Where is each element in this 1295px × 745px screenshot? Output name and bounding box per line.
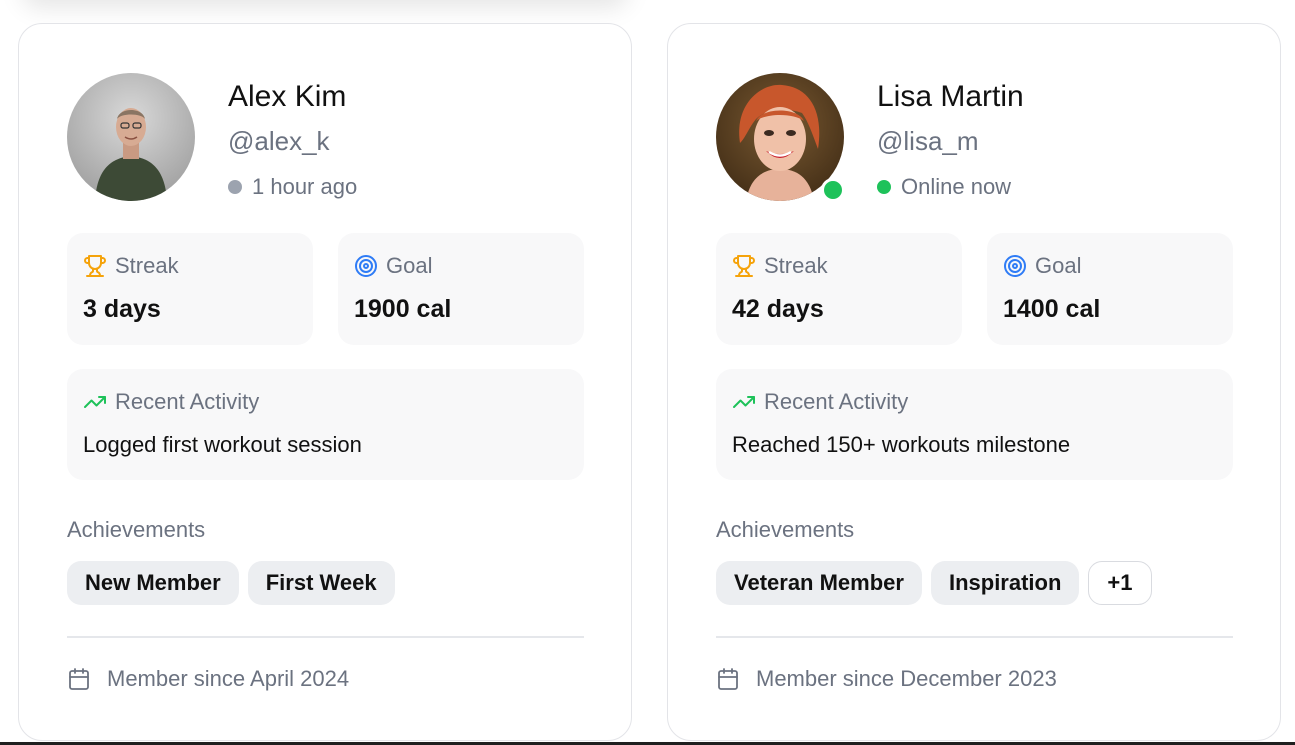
streak-value: 42 days — [732, 295, 824, 323]
trophy-icon — [732, 254, 756, 278]
user-handle: @alex_k — [228, 126, 330, 156]
streak-label: Streak — [115, 253, 179, 278]
achievement-badges: New Member First Week — [67, 561, 395, 605]
goal-card: Goal 1900 cal — [338, 233, 584, 345]
avatar-container — [716, 73, 845, 202]
trending-up-icon — [732, 390, 756, 414]
goal-header: Goal — [1003, 253, 1081, 279]
goal-card: Goal 1400 cal — [987, 233, 1233, 345]
avatar[interactable] — [67, 73, 195, 201]
status-line: Online now — [877, 174, 1011, 200]
achievement-badge[interactable]: Veteran Member — [716, 561, 922, 605]
member-since: Member since December 2023 — [716, 666, 1057, 692]
recent-activity-text: Logged first workout session — [83, 432, 362, 457]
trophy-icon — [83, 254, 107, 278]
streak-header: Streak — [83, 253, 179, 279]
recent-activity-label: Recent Activity — [764, 389, 909, 414]
online-indicator — [821, 178, 845, 202]
user-card-alex[interactable]: Alex Kim @alex_k 1 hour ago Streak 3 day… — [18, 23, 632, 741]
status-text: Online now — [901, 174, 1012, 199]
user-handle: @lisa_m — [877, 126, 979, 156]
member-since: Member since April 2024 — [67, 666, 349, 692]
divider — [716, 636, 1233, 638]
user-card-lisa[interactable]: Lisa Martin @lisa_m Online now Streak 42… — [667, 23, 1281, 741]
avatar-photo-man — [67, 73, 195, 201]
recent-activity-card: Recent Activity Logged first workout ses… — [67, 369, 584, 480]
achievement-badge[interactable]: Inspiration — [930, 561, 1080, 605]
calendar-icon — [716, 667, 740, 691]
avatar-container — [67, 73, 195, 201]
goal-value: 1400 cal — [1003, 295, 1101, 323]
member-since-text: Member since April 2024 — [107, 666, 350, 691]
achievement-badges: Veteran Member Inspiration +1 — [716, 561, 1152, 605]
streak-card: Streak 3 days — [67, 233, 313, 345]
goal-label: Goal — [386, 253, 433, 278]
streak-card: Streak 42 days — [716, 233, 962, 345]
achievement-badge[interactable]: First Week — [247, 561, 395, 605]
recent-activity-header: Recent Activity — [732, 389, 908, 415]
offline-status-dot — [228, 180, 242, 194]
target-icon — [1003, 254, 1027, 278]
divider — [67, 636, 584, 638]
achievements-label: Achievements — [67, 517, 206, 542]
user-name[interactable]: Alex Kim — [228, 80, 346, 114]
goal-label: Goal — [1035, 253, 1082, 278]
goal-header: Goal — [354, 253, 432, 279]
goal-value: 1900 cal — [354, 295, 452, 323]
more-achievements-badge[interactable]: +1 — [1088, 561, 1152, 605]
streak-header: Streak — [732, 253, 828, 279]
recent-activity-label: Recent Activity — [115, 389, 260, 414]
online-status-dot — [877, 180, 891, 194]
user-name[interactable]: Lisa Martin — [877, 80, 1024, 114]
recent-activity-card: Recent Activity Reached 150+ workouts mi… — [716, 369, 1233, 480]
achievements-label: Achievements — [716, 517, 855, 542]
target-icon — [354, 254, 378, 278]
recent-activity-header: Recent Activity — [83, 389, 259, 415]
recent-activity-text: Reached 150+ workouts milestone — [732, 432, 1071, 457]
achievement-badge[interactable]: New Member — [67, 561, 239, 605]
streak-value: 3 days — [83, 295, 161, 323]
streak-label: Streak — [764, 253, 828, 278]
member-since-text: Member since December 2023 — [756, 666, 1057, 691]
calendar-icon — [67, 667, 91, 691]
status-line: 1 hour ago — [228, 174, 357, 200]
status-text: 1 hour ago — [252, 174, 358, 199]
trending-up-icon — [83, 390, 107, 414]
